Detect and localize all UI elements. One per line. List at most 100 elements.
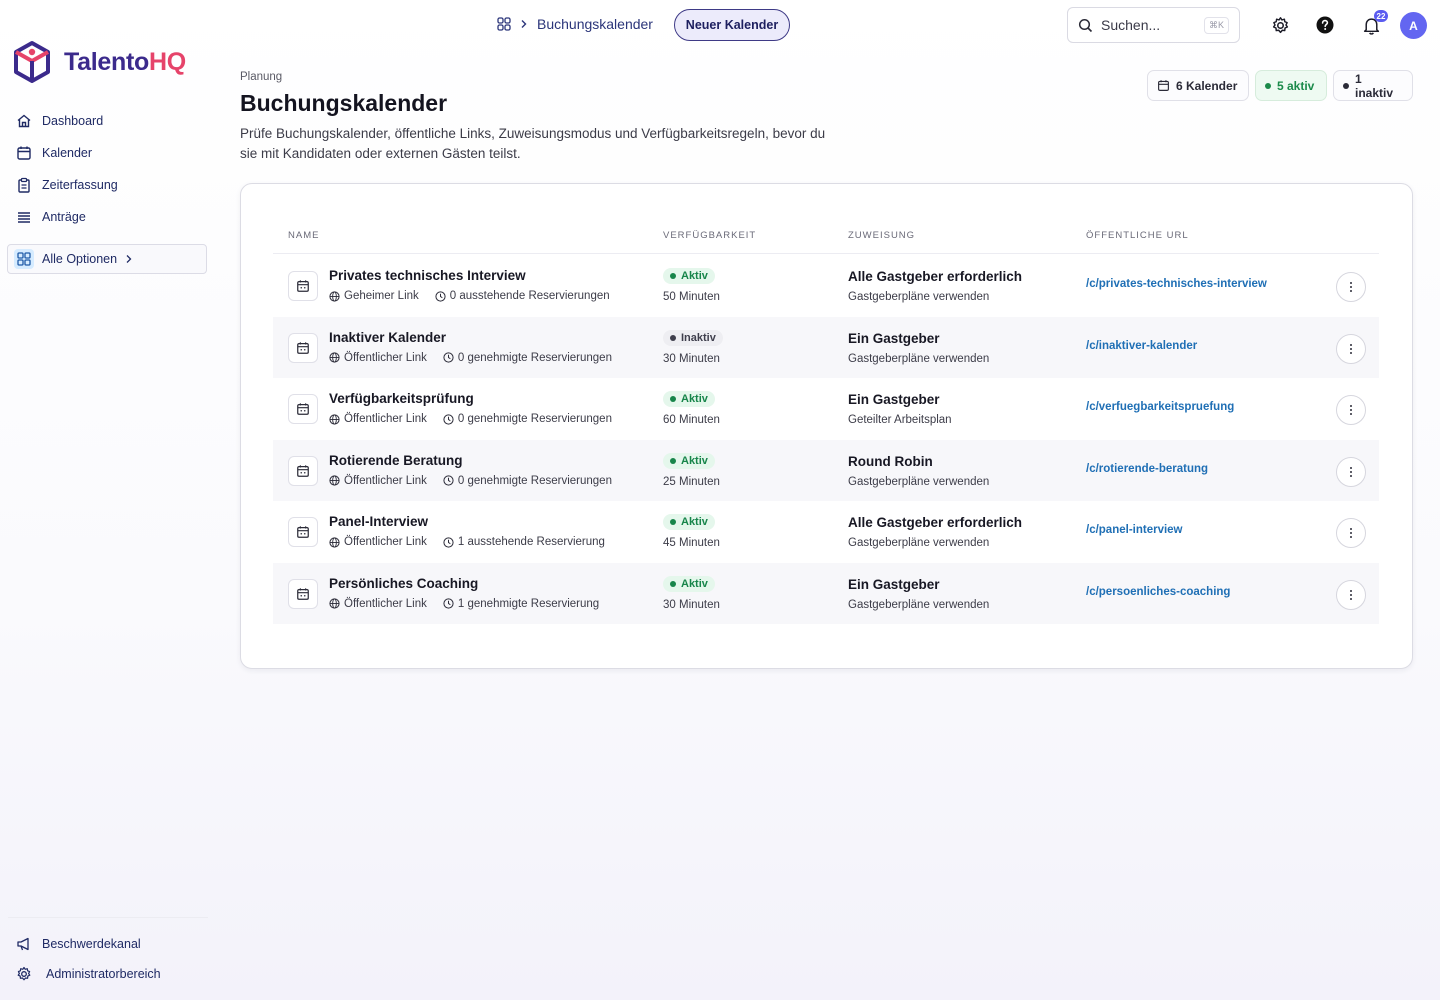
calendar-icon — [288, 394, 318, 424]
table-row[interactable]: Privates technisches Interview Geheimer … — [273, 255, 1379, 316]
assignment-mode: Ein Gastgeber — [848, 392, 940, 407]
reservation-count: 0 genehmigte Reservierungen — [457, 351, 612, 364]
assignment-schedule: Geteilter Arbeitsplan — [848, 414, 952, 426]
table-row[interactable]: Verfügbarkeitsprüfung Öffentlicher Link … — [273, 378, 1379, 439]
search-icon — [1078, 18, 1093, 32]
search-input[interactable]: Suchen... — [1101, 17, 1160, 33]
clock-icon — [443, 352, 454, 363]
status-label: Aktiv — [681, 516, 708, 528]
avatar[interactable]: A — [1400, 12, 1427, 39]
breadcrumb: Buchungskalender — [497, 16, 653, 32]
sidebar-item-zeiterfassung[interactable]: Zeiterfassung — [8, 169, 208, 201]
calendar-name[interactable]: Panel-Interview — [329, 514, 428, 529]
calendar-meta: Öffentlicher Link 0 genehmigte Reservier… — [329, 413, 612, 425]
brand-name: TalentoHQ — [64, 47, 186, 76]
more-vertical-icon — [1350, 343, 1352, 354]
duration: 30 Minuten — [663, 352, 720, 365]
page-eyebrow: Planung — [240, 71, 283, 83]
status-dot — [670, 519, 676, 525]
sidebar-all-options[interactable]: Alle Optionen — [7, 244, 207, 274]
column-header-assignment: ZUWEISUNG — [848, 230, 916, 241]
public-url-link[interactable]: /c/rotierende-beratung — [1086, 463, 1208, 475]
clipboard-icon — [18, 177, 30, 193]
public-url-link[interactable]: /c/privates-technisches-interview — [1086, 278, 1267, 290]
status-badge: Aktiv — [663, 452, 715, 469]
table-row[interactable]: Panel-Interview Öffentlicher Link 1 auss… — [273, 501, 1379, 562]
assignment-schedule: Gastgeberpläne verwenden — [848, 537, 990, 549]
public-url-link[interactable]: /c/inaktiver-kalender — [1086, 340, 1197, 352]
help-button[interactable] — [1314, 14, 1336, 36]
calendar-name[interactable]: Persönliches Coaching — [329, 576, 478, 591]
sidebar-item-administratorbereich[interactable]: Administratorbereich — [16, 966, 161, 982]
row-actions-button[interactable] — [1336, 456, 1366, 487]
column-header-url: ÖFFENTLICHE URL — [1086, 230, 1189, 241]
table-row[interactable]: Persönliches Coaching Öffentlicher Link … — [273, 562, 1379, 624]
brand-logo[interactable]: TalentoHQ — [12, 40, 186, 84]
row-actions-button[interactable] — [1336, 272, 1366, 302]
calendar-icon — [288, 517, 318, 547]
clock-icon — [443, 475, 454, 486]
more-vertical-icon — [1350, 466, 1352, 477]
reservation-count: 1 genehmigte Reservierung — [457, 597, 600, 610]
active-count-pill: 5 aktiv — [1255, 70, 1327, 101]
link-type: Öffentlicher Link — [344, 597, 427, 610]
calendar-meta: Öffentlicher Link 1 ausstehende Reservie… — [329, 536, 605, 548]
calendar-name[interactable]: Verfügbarkeitsprüfung — [329, 391, 474, 406]
calendar-name[interactable]: Inaktiver Kalender — [329, 330, 446, 345]
new-calendar-button[interactable]: Neuer Kalender — [674, 9, 790, 41]
sidebar-item-beschwerdekanal[interactable]: Beschwerdekanal — [16, 936, 141, 952]
column-header-name: NAME — [288, 230, 320, 241]
settings-button[interactable] — [1269, 14, 1291, 36]
calendar-icon — [288, 455, 318, 486]
calendar-icon — [288, 578, 318, 609]
assignment-mode: Round Robin — [848, 453, 933, 469]
table-row[interactable]: Rotierende Beratung Öffentlicher Link 0 … — [273, 439, 1379, 501]
assignment-mode: Alle Gastgeber erforderlich — [848, 515, 1023, 530]
breadcrumb-current[interactable]: Buchungskalender — [537, 16, 653, 32]
calendar-table-card: NAME VERFÜGBARKEIT ZUWEISUNG ÖFFENTLICHE… — [240, 183, 1413, 669]
list-icon — [18, 212, 30, 223]
sidebar-all-options-label: Alle Optionen — [42, 252, 118, 266]
notification-count-badge: 22 — [1374, 10, 1388, 22]
calendar-count: 6 Kalender — [1176, 78, 1238, 93]
reservation-count: 0 genehmigte Reservierungen — [457, 413, 612, 425]
page-title: Buchungskalender — [240, 90, 448, 116]
globe-icon — [329, 598, 340, 609]
more-vertical-icon — [1350, 589, 1352, 600]
calendar-icon — [17, 146, 31, 160]
sidebar-item-kalender[interactable]: Kalender — [8, 137, 208, 169]
help-icon — [1316, 16, 1334, 34]
sidebar-item-label: Kalender — [42, 146, 93, 160]
calendar-name[interactable]: Rotierende Beratung — [329, 453, 463, 468]
row-actions-button[interactable] — [1336, 395, 1366, 425]
status-dot — [670, 457, 676, 464]
sidebar-item-label: Administratorbereich — [46, 967, 161, 981]
sidebar-divider — [8, 917, 208, 918]
calendar-name[interactable]: Privates technisches Interview — [329, 268, 526, 283]
public-url-link[interactable]: /c/persoenliches-coaching — [1086, 586, 1230, 598]
calendar-icon — [288, 271, 318, 301]
public-url-link[interactable]: /c/panel-interview — [1086, 524, 1183, 536]
status-dot — [670, 580, 676, 587]
public-url-link[interactable]: /c/verfuegbarkeitspruefung — [1086, 401, 1234, 413]
sidebar-item-antraege[interactable]: Anträge — [8, 201, 208, 233]
duration: 50 Minuten — [663, 291, 720, 303]
sidebar-item-dashboard[interactable]: Dashboard — [8, 105, 208, 137]
globe-icon — [329, 413, 340, 425]
row-actions-button[interactable] — [1336, 579, 1366, 610]
row-actions-button[interactable] — [1336, 333, 1366, 364]
assignment-schedule: Gastgeberpläne verwenden — [848, 291, 990, 303]
more-vertical-icon — [1350, 528, 1352, 538]
status-badge: Inaktiv — [663, 329, 723, 346]
row-actions-button[interactable] — [1336, 518, 1366, 548]
table-row[interactable]: Inaktiver Kalender Öffentlicher Link 0 g… — [273, 316, 1379, 378]
status-label: Inaktiv — [681, 331, 716, 344]
status-badge: Aktiv — [663, 268, 715, 284]
app: TalentoHQ Dashboard Kalender Zeiterfassu… — [0, 0, 1440, 1000]
sidebar-item-label: Dashboard — [42, 114, 104, 128]
page-description: Prüfe Buchungskalender, öffentliche Link… — [240, 126, 826, 161]
globe-icon — [329, 352, 340, 363]
apps-grid-icon[interactable] — [497, 17, 511, 31]
search-box[interactable]: Suchen... ⌘K — [1067, 7, 1240, 43]
link-type: Öffentlicher Link — [344, 413, 427, 425]
